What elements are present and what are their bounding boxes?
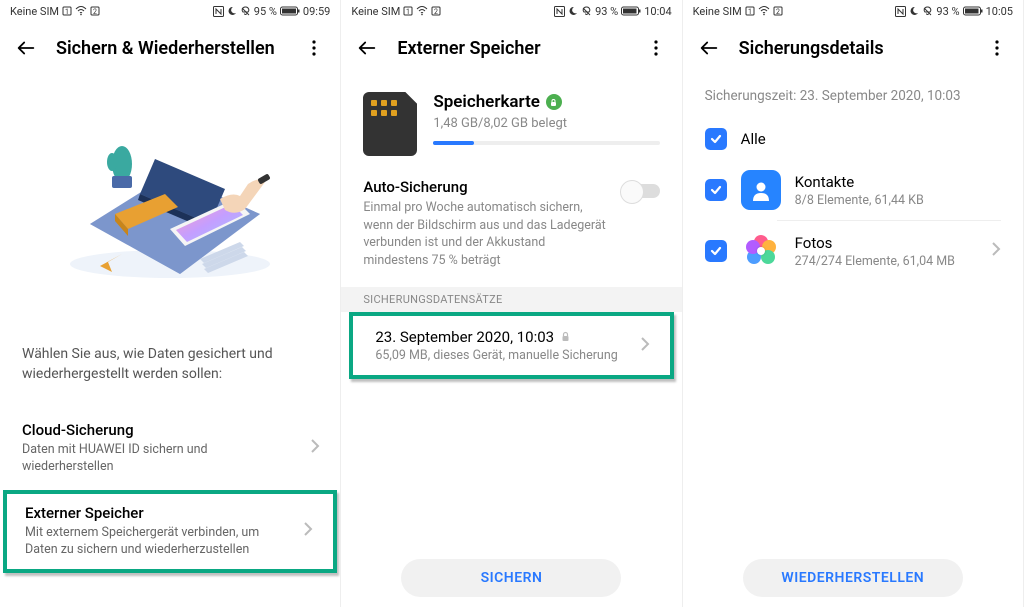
option-title: Cloud-Sicherung bbox=[22, 421, 318, 439]
option-subtitle: Mit externem Speichergerät verbinden, um… bbox=[25, 524, 315, 559]
sim-status: Keine SIM bbox=[693, 5, 742, 18]
checkbox-icon[interactable] bbox=[705, 240, 727, 262]
lock-icon bbox=[560, 328, 571, 346]
storage-progress bbox=[433, 141, 659, 145]
nfc-icon bbox=[895, 6, 906, 17]
checkbox-icon[interactable] bbox=[705, 179, 727, 201]
item-photos-row[interactable]: Fotos 274/274 Elemente, 61,04 MB bbox=[683, 221, 1023, 281]
back-icon[interactable] bbox=[355, 36, 379, 60]
wifi-icon bbox=[758, 6, 770, 16]
status-bar: Keine SIM 1 2 93 % 10:05 bbox=[683, 0, 1023, 22]
status-bar: Keine SIM 1 2 93 % 10:04 bbox=[341, 0, 681, 22]
sim-status: Keine SIM bbox=[351, 5, 400, 18]
svg-text:2: 2 bbox=[434, 8, 438, 16]
svg-text:2: 2 bbox=[93, 8, 97, 16]
storage-name: Speicherkarte bbox=[433, 92, 540, 112]
dataset-subtitle: 65,09 MB, dieses Gerät, manuelle Sicheru… bbox=[375, 348, 647, 363]
contacts-app-icon bbox=[741, 170, 781, 210]
screen-external-storage: Keine SIM 1 2 93 % 10:04 Externer Speich… bbox=[341, 0, 682, 607]
sim1-icon: 1 bbox=[745, 6, 755, 16]
svg-text:1: 1 bbox=[406, 8, 410, 16]
chevron-right-icon bbox=[640, 336, 650, 356]
nfc-icon bbox=[554, 6, 565, 17]
svg-text:2: 2 bbox=[776, 8, 780, 16]
item-title: Fotos bbox=[795, 234, 977, 252]
page-title: Sicherungsdetails bbox=[739, 38, 967, 59]
clock-time: 10:04 bbox=[644, 5, 671, 18]
sd-card-icon bbox=[363, 92, 417, 156]
dataset-title: 23. September 2020, 10:03 bbox=[375, 328, 554, 346]
sim2-icon: 2 bbox=[90, 6, 100, 16]
back-icon[interactable] bbox=[697, 36, 721, 60]
clock-time: 10:05 bbox=[986, 5, 1013, 18]
battery-icon bbox=[963, 6, 983, 16]
status-bar: Keine SIM 1 2 95 % 09:59 bbox=[0, 0, 340, 22]
back-icon[interactable] bbox=[14, 36, 38, 60]
battery-icon bbox=[621, 6, 641, 16]
item-title: Kontakte bbox=[795, 173, 1001, 191]
battery-percent: 95 % bbox=[254, 5, 277, 18]
option-external-storage[interactable]: Externer Speicher Mit externem Speicherg… bbox=[3, 490, 337, 573]
svg-text:1: 1 bbox=[65, 8, 69, 16]
sim-status: Keine SIM bbox=[10, 5, 59, 18]
page-title: Sichern & Wiederherstellen bbox=[56, 38, 284, 59]
prompt-text: Wählen Sie aus, wie Daten gesichert und … bbox=[0, 344, 340, 385]
option-subtitle: Daten mit HUAWEI ID sichern und wiederhe… bbox=[22, 441, 318, 476]
chevron-right-icon bbox=[991, 241, 1001, 261]
auto-backup-toggle[interactable] bbox=[622, 184, 660, 198]
mute-icon bbox=[922, 6, 933, 17]
lock-badge-icon bbox=[546, 94, 562, 110]
dnd-moon-icon bbox=[568, 6, 578, 16]
item-subtitle: 8/8 Elemente, 61,44 KB bbox=[795, 193, 1001, 208]
checkbox-icon[interactable] bbox=[705, 128, 727, 150]
photos-app-icon bbox=[741, 231, 781, 271]
illustration bbox=[0, 74, 340, 304]
chevron-right-icon bbox=[310, 438, 320, 458]
mute-icon bbox=[581, 6, 592, 17]
auto-backup-row[interactable]: Auto-Sicherung Einmal pro Woche automati… bbox=[341, 170, 681, 283]
backup-button[interactable]: SICHERN bbox=[401, 559, 621, 597]
more-icon[interactable] bbox=[985, 36, 1009, 60]
wifi-icon bbox=[75, 6, 87, 16]
restore-button[interactable]: WIEDERHERSTELLEN bbox=[743, 559, 963, 597]
battery-icon bbox=[280, 6, 300, 16]
item-subtitle: 274/274 Elemente, 61,04 MB bbox=[795, 254, 977, 269]
auto-backup-desc: Einmal pro Woche automatisch sichern, we… bbox=[363, 199, 607, 269]
mute-icon bbox=[240, 6, 251, 17]
screen-backup-restore: Keine SIM 1 2 95 % 09:59 Sichern & Wiede… bbox=[0, 0, 341, 607]
select-all-label: Alle bbox=[741, 130, 1001, 148]
auto-backup-title: Auto-Sicherung bbox=[363, 178, 607, 196]
chevron-right-icon bbox=[303, 521, 313, 541]
wifi-icon bbox=[416, 6, 428, 16]
option-cloud-backup[interactable]: Cloud-Sicherung Daten mit HUAWEI ID sich… bbox=[0, 411, 340, 486]
more-icon[interactable] bbox=[644, 36, 668, 60]
sim1-icon: 1 bbox=[62, 6, 72, 16]
svg-text:1: 1 bbox=[748, 8, 752, 16]
screen-backup-details: Keine SIM 1 2 93 % 10:05 Sicherungsdetai… bbox=[683, 0, 1024, 607]
nfc-icon bbox=[213, 6, 224, 17]
dnd-moon-icon bbox=[227, 6, 237, 16]
sim1-icon: 1 bbox=[403, 6, 413, 16]
sim2-icon: 2 bbox=[431, 6, 441, 16]
storage-card-block: Speicherkarte 1,48 GB/8,02 GB belegt bbox=[341, 74, 681, 170]
header: Externer Speicher bbox=[341, 22, 681, 74]
backup-timestamp: Sicherungszeit: 23. September 2020, 10:0… bbox=[683, 74, 1023, 118]
dnd-moon-icon bbox=[909, 6, 919, 16]
item-contacts-row[interactable]: Kontakte 8/8 Elemente, 61,44 KB bbox=[683, 160, 1023, 220]
storage-usage: 1,48 GB/8,02 GB belegt bbox=[433, 116, 659, 131]
select-all-row[interactable]: Alle bbox=[683, 118, 1023, 160]
option-title: Externer Speicher bbox=[25, 504, 315, 522]
section-header: SICHERUNGSDATENSÄTZE bbox=[341, 287, 681, 312]
clock-time: 09:59 bbox=[303, 5, 330, 18]
battery-percent: 93 % bbox=[936, 5, 959, 18]
header: Sicherungsdetails bbox=[683, 22, 1023, 74]
more-icon[interactable] bbox=[302, 36, 326, 60]
header: Sichern & Wiederherstellen bbox=[0, 22, 340, 74]
backup-dataset-item[interactable]: 23. September 2020, 10:03 65,09 MB, dies… bbox=[349, 312, 673, 379]
sim2-icon: 2 bbox=[773, 6, 783, 16]
battery-percent: 93 % bbox=[595, 5, 618, 18]
page-title: Externer Speicher bbox=[397, 38, 625, 59]
